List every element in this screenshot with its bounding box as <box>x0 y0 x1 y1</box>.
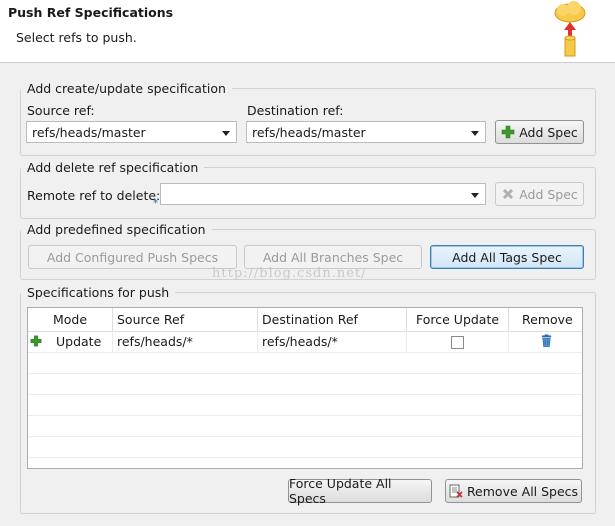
remove-all-specs-label: Remove All Specs <box>466 483 579 499</box>
column-header-mode[interactable]: Mode <box>53 312 87 327</box>
specs-table[interactable]: Mode Source Ref Destination Ref Force Up… <box>27 307 583 469</box>
trash-icon[interactable] <box>540 334 553 348</box>
column-header-destination-ref[interactable]: Destination Ref <box>262 312 358 327</box>
add-all-tags-spec-label: Add All Tags Spec <box>452 249 562 265</box>
add-configured-push-specs-button[interactable]: Add Configured Push Specs <box>28 245 237 269</box>
delete-x-icon <box>503 188 514 200</box>
dialog-header: Push Ref Specifications Select refs to p… <box>0 0 615 63</box>
required-asterisk: * <box>153 198 158 209</box>
add-delete-spec-label: Add Spec <box>519 186 578 202</box>
chevron-down-icon <box>222 131 230 136</box>
remove-all-specs-button[interactable]: Remove All Specs <box>445 479 582 503</box>
destination-ref-combo[interactable]: refs/heads/master <box>246 121 486 143</box>
watermark-text: http://blog.csdn.net/ <box>212 266 367 281</box>
table-row <box>28 373 582 395</box>
column-header-remove[interactable]: Remove <box>522 312 573 327</box>
add-delete-spec-button[interactable]: Add Spec <box>495 182 584 206</box>
delete-ref-group-title: Add delete ref specification <box>21 160 205 175</box>
predefined-group-title: Add predefined specification <box>21 222 212 237</box>
page-title: Push Ref Specifications <box>8 5 174 20</box>
page-subtitle: Select refs to push. <box>16 30 137 45</box>
table-row[interactable]: Update refs/heads/* refs/heads/* <box>28 331 582 353</box>
table-row <box>28 436 582 458</box>
column-header-force-update[interactable]: Force Update <box>416 312 499 327</box>
remove-all-icon <box>449 484 463 498</box>
add-spec-button[interactable]: Add Spec <box>495 120 584 144</box>
add-all-branches-spec-label: Add All Branches Spec <box>262 249 404 265</box>
force-update-checkbox[interactable] <box>451 336 464 349</box>
push-cloud-icon <box>554 1 586 57</box>
remote-ref-combo[interactable] <box>160 183 486 205</box>
chevron-down-icon <box>471 131 479 136</box>
remote-ref-label: Remote ref to delete: <box>27 188 161 203</box>
table-row <box>28 352 582 374</box>
table-row <box>28 394 582 416</box>
column-header-source-ref[interactable]: Source Ref <box>117 312 184 327</box>
add-spec-label: Add Spec <box>519 124 578 140</box>
specs-group-title: Specifications for push <box>21 285 176 300</box>
source-ref-combo[interactable]: refs/heads/master <box>26 121 237 143</box>
destination-ref-value: refs/heads/master <box>252 125 366 140</box>
table-header: Mode Source Ref Destination Ref Force Up… <box>28 308 582 332</box>
force-update-all-specs-button[interactable]: Force Update All Specs <box>288 476 432 506</box>
chevron-down-icon <box>471 193 479 198</box>
force-update-all-specs-label: Force Update All Specs <box>289 476 392 506</box>
source-ref-label: Source ref: <box>27 103 95 118</box>
row-mode: Update <box>56 334 102 349</box>
source-ref-value: refs/heads/master <box>32 125 146 140</box>
destination-ref-label: Destination ref: <box>247 103 344 118</box>
plus-icon <box>501 125 515 139</box>
plus-icon <box>30 335 42 347</box>
row-source-ref: refs/heads/* <box>117 334 193 349</box>
row-destination-ref: refs/heads/* <box>262 334 338 349</box>
table-row <box>28 415 582 437</box>
add-all-tags-spec-button[interactable]: Add All Tags Spec <box>430 245 584 269</box>
add-configured-push-specs-label: Add Configured Push Specs <box>46 249 219 265</box>
create-update-group-title: Add create/update specification <box>21 81 232 96</box>
